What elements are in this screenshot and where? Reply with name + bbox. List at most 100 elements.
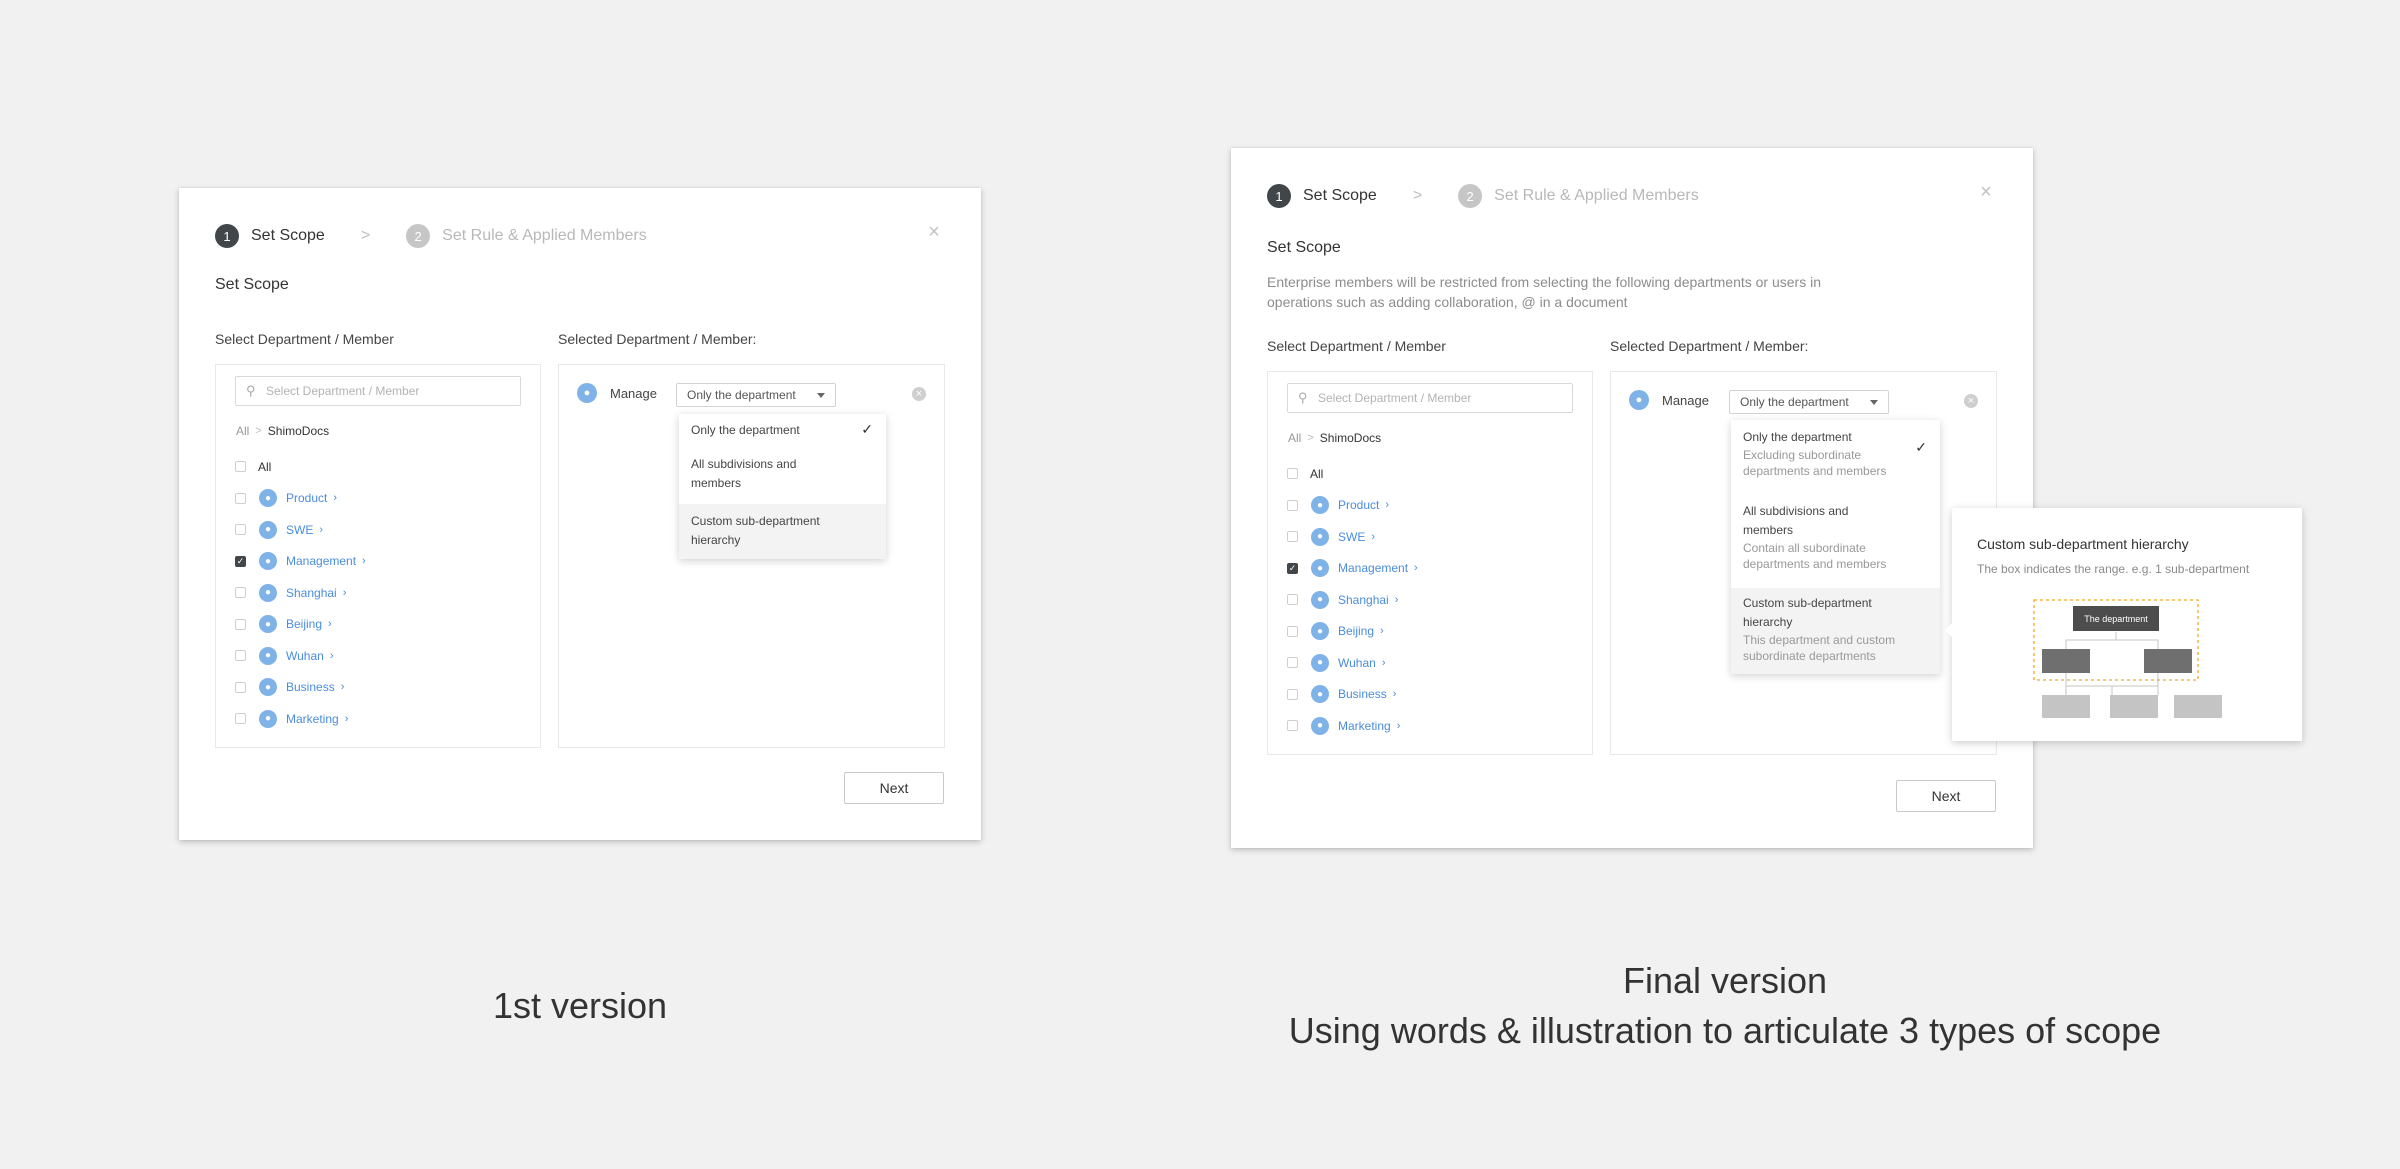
search-input-wrapper[interactable]: ⚲ bbox=[235, 376, 521, 406]
checkbox[interactable] bbox=[1287, 657, 1298, 669]
list-item[interactable]: ● SWE › bbox=[1287, 521, 1418, 553]
list-item[interactable]: ● Business › bbox=[235, 672, 366, 704]
search-input[interactable] bbox=[1318, 391, 1558, 405]
department-name[interactable]: Marketing bbox=[1338, 719, 1391, 733]
department-name[interactable]: Wuhan bbox=[1338, 656, 1376, 670]
department-name[interactable]: SWE bbox=[1338, 530, 1365, 544]
department-name[interactable]: Business bbox=[1338, 687, 1387, 701]
chevron-right-icon[interactable]: › bbox=[1414, 562, 1418, 574]
search-input-wrapper[interactable]: ⚲ bbox=[1287, 383, 1573, 413]
remove-icon[interactable]: × bbox=[1964, 394, 1978, 408]
checkbox[interactable] bbox=[1287, 468, 1298, 480]
checkbox[interactable]: ✓ bbox=[235, 555, 246, 567]
department-name[interactable]: Product bbox=[1338, 498, 1379, 512]
department-tree: All ● Product › ● SWE › ✓ ● Management › ● Shanghai… bbox=[1287, 458, 1418, 742]
department-name[interactable]: Shanghai bbox=[286, 586, 337, 600]
caption-final-title: Final version bbox=[1622, 960, 1828, 1001]
checkbox[interactable]: ✓ bbox=[1287, 562, 1298, 574]
menu-item-custom-hierarchy[interactable]: Custom sub-department hierarchy bbox=[679, 504, 886, 559]
list-item[interactable]: ● Shanghai › bbox=[235, 577, 366, 609]
checkbox[interactable] bbox=[1287, 625, 1298, 637]
checkbox[interactable] bbox=[235, 681, 246, 693]
checkbox[interactable] bbox=[235, 524, 246, 536]
menu-item-custom-hierarchy[interactable]: Custom sub-department hierarchy This dep… bbox=[1731, 588, 1940, 674]
list-item[interactable]: ● Marketing › bbox=[1287, 710, 1418, 742]
breadcrumb-root[interactable]: All bbox=[1288, 431, 1301, 445]
list-item[interactable]: ● Beijing › bbox=[1287, 616, 1418, 648]
remove-icon[interactable]: × bbox=[912, 387, 926, 401]
checkbox[interactable] bbox=[235, 492, 246, 504]
checkbox[interactable] bbox=[1287, 531, 1298, 543]
step-1-label[interactable]: Set Scope bbox=[1303, 187, 1377, 205]
chevron-right-icon[interactable]: › bbox=[341, 681, 345, 693]
checkbox[interactable] bbox=[1287, 720, 1298, 732]
next-button[interactable]: Next bbox=[1896, 780, 1996, 812]
checkmark-icon: ✓ bbox=[1915, 439, 1927, 455]
checkbox[interactable] bbox=[235, 461, 246, 473]
chevron-right-icon[interactable]: › bbox=[333, 492, 337, 504]
chevron-right-icon[interactable]: › bbox=[362, 555, 366, 567]
search-icon: ⚲ bbox=[246, 383, 256, 398]
chevron-right-icon[interactable]: › bbox=[1385, 499, 1389, 511]
checkmark-icon: ✓ bbox=[861, 421, 873, 437]
department-name[interactable]: Shanghai bbox=[1338, 593, 1389, 607]
list-item[interactable]: ● Beijing › bbox=[235, 609, 366, 641]
checkbox[interactable] bbox=[1287, 688, 1298, 700]
list-item[interactable]: ● Wuhan › bbox=[1287, 647, 1418, 679]
list-item[interactable]: ● Marketing › bbox=[235, 703, 366, 735]
close-icon[interactable]: × bbox=[925, 222, 943, 242]
breadcrumb-root[interactable]: All bbox=[236, 424, 249, 438]
step-2-label[interactable]: Set Rule & Applied Members bbox=[442, 227, 647, 245]
checkbox[interactable] bbox=[235, 650, 246, 662]
list-item-all[interactable]: All bbox=[235, 451, 366, 483]
chevron-right-icon[interactable]: › bbox=[1382, 657, 1386, 669]
list-item[interactable]: ● Business › bbox=[1287, 679, 1418, 711]
chevron-right-icon[interactable]: › bbox=[345, 713, 349, 725]
chevron-right-icon[interactable]: › bbox=[1380, 625, 1384, 637]
chevron-right-icon[interactable]: › bbox=[1395, 594, 1399, 606]
list-item[interactable]: ● SWE › bbox=[235, 514, 366, 546]
department-name[interactable]: Business bbox=[286, 680, 335, 694]
step-separator: > bbox=[360, 227, 371, 244]
chevron-right-icon[interactable]: › bbox=[330, 650, 334, 662]
chevron-right-icon[interactable]: › bbox=[343, 587, 347, 599]
department-name[interactable]: Marketing bbox=[286, 712, 339, 726]
menu-item-only-department[interactable]: Only the department ✓ bbox=[679, 414, 886, 446]
step-1-label[interactable]: Set Scope bbox=[251, 227, 325, 245]
department-name[interactable]: Beijing bbox=[1338, 624, 1374, 638]
next-button[interactable]: Next bbox=[844, 772, 944, 804]
list-item-all[interactable]: All bbox=[1287, 458, 1418, 490]
checkbox[interactable] bbox=[1287, 499, 1298, 511]
menu-item-all-subdivisions[interactable]: All subdivisions and members Contain all… bbox=[1731, 498, 1940, 588]
chevron-right-icon[interactable]: › bbox=[328, 618, 332, 630]
department-name[interactable]: Management bbox=[1338, 561, 1408, 575]
checkbox[interactable] bbox=[1287, 594, 1298, 606]
menu-item-all-subdivisions[interactable]: All subdivisions and members bbox=[679, 446, 839, 504]
chevron-right-icon[interactable]: › bbox=[1371, 531, 1375, 543]
department-name[interactable]: Product bbox=[286, 491, 327, 505]
chevron-right-icon[interactable]: › bbox=[1397, 720, 1401, 732]
checkbox[interactable] bbox=[235, 618, 246, 630]
close-icon[interactable]: × bbox=[1977, 182, 1995, 202]
scope-dropdown[interactable]: Only the department bbox=[676, 383, 836, 407]
department-name[interactable]: Beijing bbox=[286, 617, 322, 631]
checkbox[interactable] bbox=[235, 587, 246, 599]
chevron-right-icon[interactable]: › bbox=[1393, 688, 1397, 700]
list-item[interactable]: ✓ ● Management › bbox=[235, 546, 366, 578]
list-item[interactable]: ● Shanghai › bbox=[1287, 584, 1418, 616]
menu-item-desc: This department and custom subordinate d… bbox=[1743, 633, 1896, 663]
scope-dropdown[interactable]: Only the department bbox=[1729, 390, 1889, 414]
checkbox[interactable] bbox=[235, 713, 246, 725]
step-2-label[interactable]: Set Rule & Applied Members bbox=[1494, 187, 1699, 205]
list-item[interactable]: ✓ ● Management › bbox=[1287, 553, 1418, 585]
chevron-right-icon[interactable]: › bbox=[319, 524, 323, 536]
list-item[interactable]: ● Wuhan › bbox=[235, 640, 366, 672]
menu-item-only-department[interactable]: Only the department Excluding subordinat… bbox=[1731, 420, 1940, 498]
list-item[interactable]: ● Product › bbox=[235, 483, 366, 515]
selected-label: Selected Department / Member: bbox=[1610, 338, 1809, 354]
department-name[interactable]: Wuhan bbox=[286, 649, 324, 663]
department-name[interactable]: Management bbox=[286, 554, 356, 568]
search-input[interactable] bbox=[266, 384, 506, 398]
list-item[interactable]: ● Product › bbox=[1287, 490, 1418, 522]
department-name[interactable]: SWE bbox=[286, 523, 313, 537]
